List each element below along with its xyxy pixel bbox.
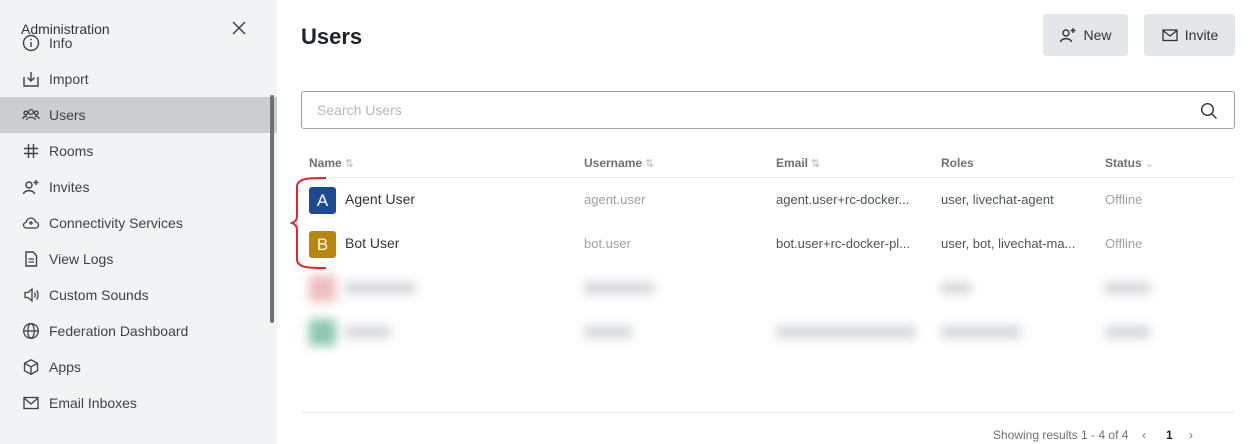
user-name: Bot User xyxy=(345,235,400,251)
mail-icon xyxy=(1161,26,1179,44)
column-header-roles-label: Roles xyxy=(941,156,974,170)
sidebar-item-rooms[interactable]: Rooms xyxy=(0,133,277,169)
new-button-label: New xyxy=(1083,27,1112,43)
sidebar-item-label: Invites xyxy=(49,179,90,195)
sort-icon: ⇅ xyxy=(811,158,821,170)
user-roles: user, bot, livechat-ma... xyxy=(941,236,1076,251)
user-name: Agent User xyxy=(345,191,416,207)
sidebar-item-federation-dashboard[interactable]: Federation Dashboard xyxy=(0,313,277,349)
avatar-redacted xyxy=(309,275,336,302)
sidebar-item-view-logs[interactable]: View Logs xyxy=(0,241,277,277)
sidebar-item-users[interactable]: Users xyxy=(0,97,277,133)
page-title: Users xyxy=(301,24,363,49)
sidebar-item-label: Rooms xyxy=(49,143,94,159)
column-header-status[interactable]: Status ⌄ xyxy=(1105,156,1154,170)
user-email: bot.user+rc-docker-pl... xyxy=(776,236,911,251)
hashtag-icon xyxy=(22,142,40,160)
user-username: bot.user xyxy=(584,236,631,251)
sort-icon: ⇅ xyxy=(645,158,655,170)
sidebar-item-label: Email Inboxes xyxy=(49,395,137,411)
invite-button-label: Invite xyxy=(1184,27,1219,43)
info-icon xyxy=(22,34,40,52)
column-header-status-label: Status xyxy=(1105,156,1142,170)
pagination-summary: Showing results 1 - 4 of 4 xyxy=(993,428,1129,442)
import-icon xyxy=(22,70,40,88)
redacted-text xyxy=(776,326,916,338)
sidebar-item-invites[interactable]: Invites xyxy=(0,169,277,205)
speaker-icon xyxy=(22,286,40,304)
sidebar-item-info[interactable]: Info xyxy=(0,25,277,61)
sidebar-item-connectivity-services[interactable]: Connectivity Services xyxy=(0,205,277,241)
redacted-text xyxy=(345,282,415,294)
search-input[interactable] xyxy=(302,92,1162,128)
table-header: Name ⇅ Username ⇅ Email ⇅ Roles Status ⌄ xyxy=(301,150,1235,178)
table-row[interactable]: B Bot User bot.user bot.user+rc-docker-p… xyxy=(301,222,1235,266)
table-row-redacted xyxy=(301,266,1235,310)
sidebar-item-label: Import xyxy=(49,71,89,87)
new-user-button[interactable]: New xyxy=(1043,14,1128,56)
user-email: agent.user+rc-docker... xyxy=(776,192,910,207)
redacted-text xyxy=(1105,282,1150,294)
table-bottom-divider xyxy=(301,412,1235,413)
sidebar-item-apps[interactable]: Apps xyxy=(0,349,277,385)
sidebar-menu: Info Import Users Rooms Invites Connecti… xyxy=(0,34,277,421)
sidebar-item-custom-sounds[interactable]: Custom Sounds xyxy=(0,277,277,313)
cloud-icon xyxy=(22,214,40,232)
users-icon xyxy=(22,106,40,124)
sort-icon: ⇅ xyxy=(344,158,354,170)
user-status: Offline xyxy=(1105,236,1143,251)
column-header-roles: Roles xyxy=(941,156,974,170)
redacted-text xyxy=(941,326,1021,338)
table-row[interactable]: A Agent User agent.user agent.user+rc-do… xyxy=(301,178,1235,222)
sort-desc-icon: ⌄ xyxy=(1144,158,1154,170)
page-number[interactable]: 1 xyxy=(1166,428,1173,442)
sidebar-item-email-inboxes[interactable]: Email Inboxes xyxy=(0,385,277,421)
search-box xyxy=(301,91,1235,129)
sidebar-item-label: Custom Sounds xyxy=(49,287,149,303)
sidebar-item-label: Info xyxy=(49,35,73,51)
sidebar-scrollbar[interactable] xyxy=(270,95,274,323)
chevron-right-icon[interactable]: › xyxy=(1189,428,1193,442)
sidebar-item-label: Federation Dashboard xyxy=(49,323,189,339)
column-header-email[interactable]: Email ⇅ xyxy=(776,156,820,170)
sidebar-item-label: Connectivity Services xyxy=(49,215,183,231)
user-username: agent.user xyxy=(584,192,646,207)
invite-button[interactable]: Invite xyxy=(1144,14,1235,56)
file-icon xyxy=(22,250,40,268)
highlight-bracket xyxy=(290,177,327,269)
sidebar-item-label: View Logs xyxy=(49,251,114,267)
column-header-name[interactable]: Name ⇅ xyxy=(309,156,354,170)
chevron-left-icon[interactable]: ‹ xyxy=(1142,428,1146,442)
user-plus-icon xyxy=(1059,26,1077,44)
column-header-username-label: Username xyxy=(584,156,643,170)
sidebar-item-label: Apps xyxy=(49,359,81,375)
cube-icon xyxy=(22,358,40,376)
redacted-text xyxy=(584,282,654,294)
user-roles: user, livechat-agent xyxy=(941,192,1054,207)
avatar-redacted xyxy=(309,319,336,346)
redacted-text xyxy=(584,326,632,338)
user-plus-icon xyxy=(22,178,40,196)
user-status: Offline xyxy=(1105,192,1143,207)
admin-sidebar: Administration Info Import Users Rooms I… xyxy=(0,0,277,444)
mail-icon xyxy=(22,394,40,412)
table-row-redacted xyxy=(301,310,1235,354)
column-header-email-label: Email xyxy=(776,156,809,170)
sidebar-item-label: Users xyxy=(49,107,86,123)
globe-icon xyxy=(22,322,40,340)
redacted-text xyxy=(345,326,391,338)
redacted-text xyxy=(1105,326,1150,338)
redacted-text xyxy=(941,282,971,294)
column-header-name-label: Name xyxy=(309,156,342,170)
search-icon[interactable] xyxy=(1200,102,1218,120)
column-header-username[interactable]: Username ⇅ xyxy=(584,156,654,170)
sidebar-item-import[interactable]: Import xyxy=(0,61,277,97)
